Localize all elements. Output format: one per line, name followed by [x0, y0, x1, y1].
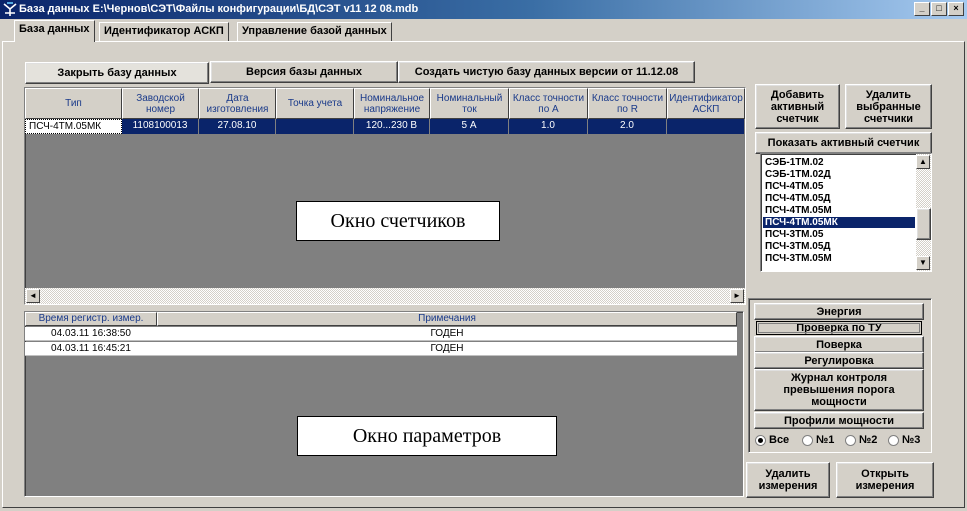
scroll-left-icon[interactable]: ◄: [26, 289, 40, 303]
show-active-meter-button[interactable]: Показать активный счетчик: [755, 132, 932, 154]
tab-ascp-id[interactable]: Идентификатор АСКП: [99, 22, 229, 41]
list-item-selected[interactable]: ПСЧ-4ТМ.05МК: [763, 217, 915, 228]
list-item[interactable]: ПСЧ-4ТМ.05Д: [763, 193, 831, 204]
row-ascp-cell[interactable]: [667, 119, 745, 134]
list-item[interactable]: СЭБ-1ТМ.02Д: [763, 169, 831, 180]
meters-hscrollbar[interactable]: [25, 288, 745, 304]
list-item[interactable]: ПСЧ-4ТМ.05М: [763, 205, 832, 216]
delete-selected-meters-button[interactable]: Удалить выбранные счетчики: [845, 84, 932, 129]
maximize-button[interactable]: □: [931, 2, 947, 16]
notes-cell[interactable]: ГОДЕН: [157, 342, 737, 356]
col-notes[interactable]: Примечания: [157, 312, 737, 326]
minimize-button[interactable]: _: [914, 2, 930, 16]
scroll-right-icon[interactable]: ►: [730, 289, 744, 303]
list-item[interactable]: ПСЧ-3ТМ.05М: [763, 253, 832, 264]
params-window-label: Окно параметров: [297, 416, 557, 456]
window-title: База данных E:\Чернов\СЭТ\Файлы конфигур…: [19, 3, 419, 15]
power-threshold-journal-button[interactable]: Журнал контроля превышения порога мощнос…: [754, 369, 924, 411]
radio-unchecked-icon: [888, 434, 899, 446]
radio-n2[interactable]: №2: [845, 433, 877, 447]
close-button[interactable]: ×: [948, 2, 964, 16]
row-serial-cell[interactable]: 1108100013: [122, 119, 199, 134]
col-accuracy-a[interactable]: Класс точности по А: [509, 88, 588, 119]
col-accuracy-r[interactable]: Класс точности по R: [588, 88, 667, 119]
create-clean-db-button[interactable]: Создать чистую базу данных версии от 11.…: [398, 61, 695, 83]
col-nominal-voltage[interactable]: Номинальное напряжение: [354, 88, 430, 119]
col-metering-point[interactable]: Точка учета: [276, 88, 354, 119]
close-db-button[interactable]: Закрыть базу данных: [25, 62, 209, 84]
row-type-cell[interactable]: ПСЧ-4ТМ.05МК: [25, 119, 122, 134]
meters-window-label: Окно счетчиков: [296, 201, 500, 241]
verify-tu-button[interactable]: Проверка по ТУ: [756, 321, 922, 335]
col-manufacture-date[interactable]: Дата изготовления: [199, 88, 276, 119]
tab-db-management[interactable]: Управление базой данных: [237, 22, 392, 41]
radio-n1[interactable]: №1: [802, 433, 834, 447]
row-date-cell[interactable]: 27.08.10: [199, 119, 276, 134]
col-nominal-current[interactable]: Номинальный ток: [430, 88, 509, 119]
open-measurements-button[interactable]: Открыть измерения: [836, 462, 934, 498]
verify-button[interactable]: Поверка: [754, 336, 924, 353]
row-voltage-cell[interactable]: 120...230 В: [354, 119, 430, 134]
scroll-thumb[interactable]: [916, 208, 931, 240]
delete-measurements-button[interactable]: Удалить измерения: [746, 462, 830, 498]
energy-button[interactable]: Энергия: [754, 303, 924, 320]
title-bar: База данных E:\Чернов\СЭТ\Файлы конфигур…: [0, 0, 967, 19]
power-profiles-button[interactable]: Профили мощности: [754, 412, 924, 429]
list-item[interactable]: ПСЧ-3ТМ.05Д: [763, 241, 831, 252]
list-item[interactable]: СЭБ-1ТМ.02: [763, 157, 824, 168]
radio-checked-icon: [755, 434, 766, 446]
scroll-up-icon[interactable]: ▲: [916, 155, 930, 169]
col-ascp-id[interactable]: Идентификатор АСКП: [667, 88, 745, 119]
radio-unchecked-icon: [802, 434, 813, 446]
col-serial[interactable]: Заводской номер: [122, 88, 199, 119]
tab-database[interactable]: База данных: [14, 20, 95, 42]
meters-grid[interactable]: Тип Заводской номер Дата изготовления То…: [24, 87, 746, 305]
notes-cell[interactable]: ГОДЕН: [157, 327, 737, 341]
reg-time-cell[interactable]: 04.03.11 16:45:21: [25, 342, 157, 356]
add-active-meter-button[interactable]: Добавить активный счетчик: [755, 84, 840, 129]
meter-app-icon: [3, 2, 17, 16]
meter-type-list[interactable]: СЭБ-1ТМ.02 СЭБ-1ТМ.02Д ПСЧ-4ТМ.05 ПСЧ-4Т…: [760, 153, 932, 272]
row-point-cell[interactable]: [276, 119, 354, 134]
params-grid[interactable]: Время регистр. измер. Примечания 04.03.1…: [24, 311, 744, 497]
reg-time-cell[interactable]: 04.03.11 16:38:50: [25, 327, 157, 341]
list-item[interactable]: ПСЧ-4ТМ.05: [763, 181, 823, 192]
radio-n3[interactable]: №3: [888, 433, 920, 447]
row-acc-a-cell[interactable]: 1.0: [509, 119, 588, 134]
radio-unchecked-icon: [845, 434, 856, 446]
scroll-down-icon[interactable]: ▼: [916, 256, 930, 270]
row-acc-r-cell[interactable]: 2.0: [588, 119, 667, 134]
radio-all[interactable]: Все: [755, 433, 789, 447]
regulate-button[interactable]: Регулировка: [754, 352, 924, 369]
db-version-button[interactable]: Версия базы данных: [210, 61, 398, 83]
col-reg-time[interactable]: Время регистр. измер.: [25, 312, 157, 326]
list-item[interactable]: ПСЧ-3ТМ.05: [763, 229, 823, 240]
col-type[interactable]: Тип: [25, 88, 122, 119]
row-current-cell[interactable]: 5 А: [430, 119, 509, 134]
